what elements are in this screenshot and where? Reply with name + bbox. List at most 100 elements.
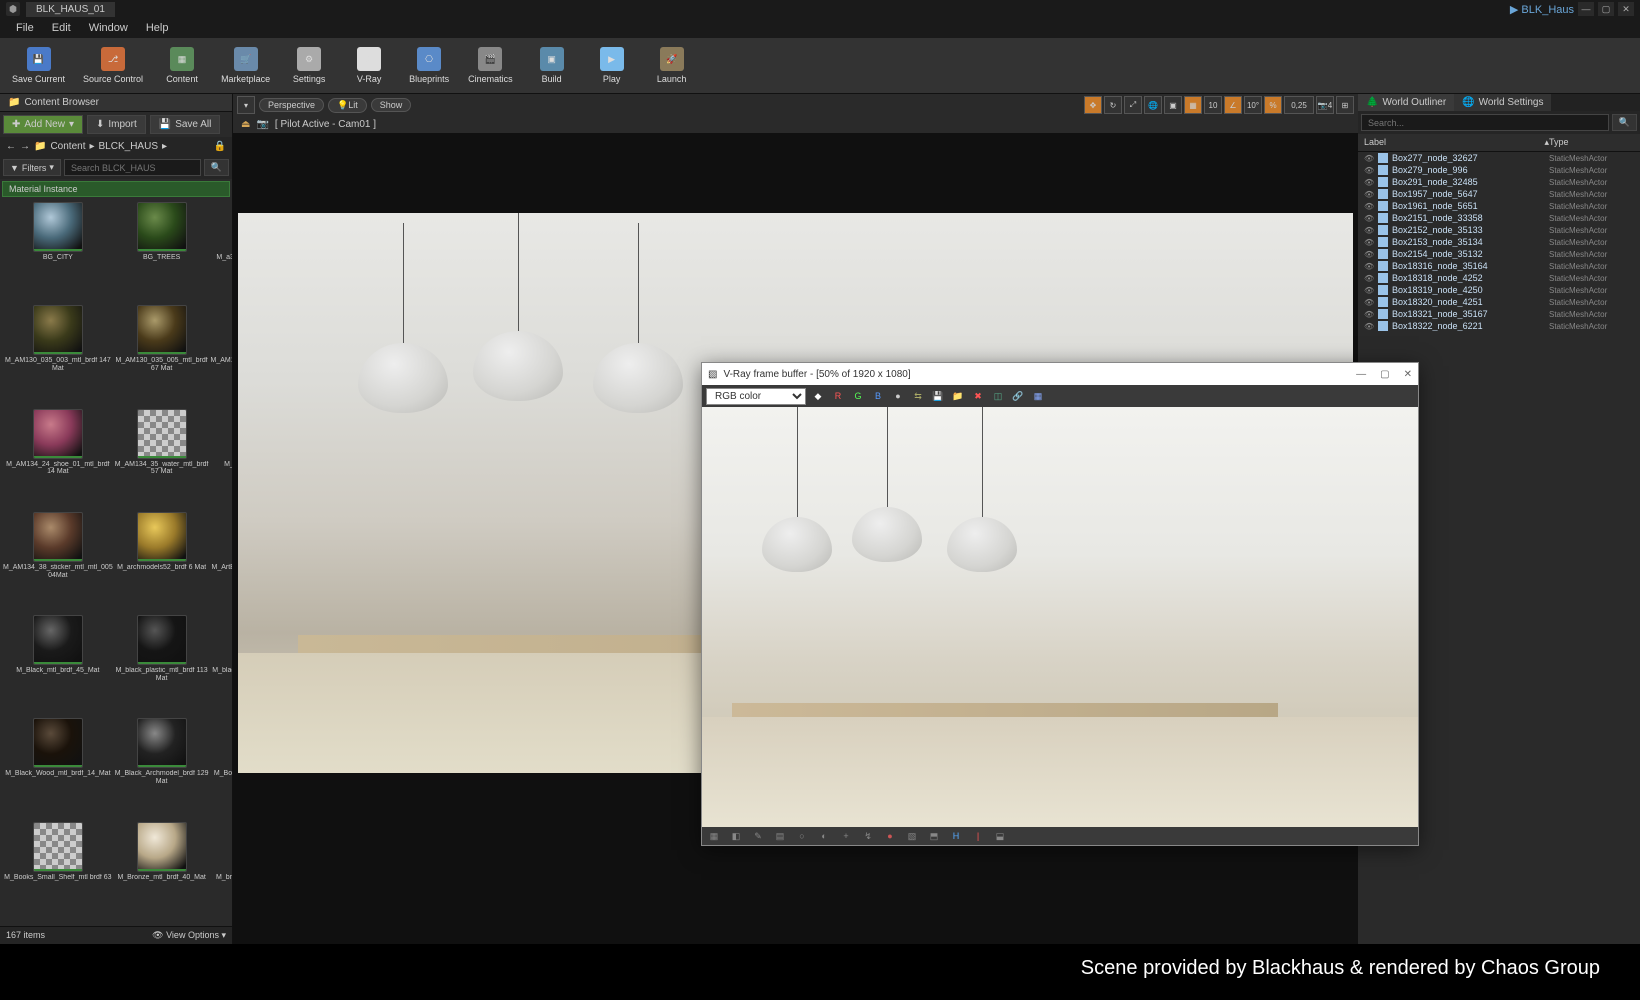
menu-file[interactable]: File: [8, 20, 42, 36]
vfb-clone-icon[interactable]: ◫: [990, 388, 1006, 404]
asset-item[interactable]: M_black_plastic_mtl_brdf 113 Mat: [115, 615, 209, 716]
vfb-region-icon[interactable]: ▦: [1030, 388, 1046, 404]
vfb-g-channel[interactable]: G: [850, 388, 866, 404]
settings-button[interactable]: ⚙Settings: [280, 42, 338, 90]
outliner-row[interactable]: 👁Box1961_node_5651StaticMeshActor: [1358, 200, 1640, 212]
outliner-row[interactable]: 👁Box18320_node_4251StaticMeshActor: [1358, 296, 1640, 308]
menu-help[interactable]: Help: [138, 20, 177, 36]
asset-item[interactable]: M_Books_Small_Shelf_mtl brdf 63: [3, 822, 113, 923]
content-browser-tab[interactable]: 📁 Content Browser: [0, 94, 232, 112]
launch-button[interactable]: 🚀Launch: [643, 42, 701, 90]
visibility-icon[interactable]: 👁: [1364, 166, 1374, 175]
visibility-icon[interactable]: 👁: [1364, 238, 1374, 247]
scale-snap-button[interactable]: %: [1264, 96, 1282, 114]
camera-speed-button[interactable]: 📷 4: [1316, 96, 1334, 114]
angle-snap-value[interactable]: 10°: [1244, 96, 1262, 114]
search-input[interactable]: [64, 159, 201, 176]
show-button[interactable]: Show: [371, 98, 412, 112]
rotate-gizmo-button[interactable]: ↻: [1104, 96, 1122, 114]
vfb-render-view[interactable]: [702, 407, 1418, 827]
outliner-row[interactable]: 👁Box2154_node_35132StaticMeshActor: [1358, 248, 1640, 260]
vfb-switch-icon[interactable]: ⇆: [910, 388, 926, 404]
visibility-icon[interactable]: 👁: [1364, 154, 1374, 163]
outliner-row[interactable]: 👁Box18318_node_4252StaticMeshActor: [1358, 272, 1640, 284]
angle-snap-button[interactable]: ∠: [1224, 96, 1242, 114]
vfb-footer-icon[interactable]: ◧: [728, 828, 744, 844]
back-icon[interactable]: ←: [6, 141, 16, 152]
translate-gizmo-button[interactable]: ✥: [1084, 96, 1102, 114]
vfb-link-icon[interactable]: 🔗: [1010, 388, 1026, 404]
scale-gizmo-button[interactable]: ⤢: [1124, 96, 1142, 114]
import-button[interactable]: ⬇Import: [87, 115, 146, 134]
vfb-footer-icon[interactable]: ○: [794, 828, 810, 844]
blueprints-button[interactable]: ⎔Blueprints: [400, 42, 458, 90]
outliner-search-input[interactable]: [1361, 114, 1609, 131]
vfb-minimize-button[interactable]: —: [1356, 369, 1366, 380]
outliner-row[interactable]: 👁Box279_node_996StaticMeshActor: [1358, 164, 1640, 176]
asset-item[interactable]: M_brown_mtl_brdf 70 Mat: [211, 822, 232, 923]
material-instance-filter[interactable]: Material Instance: [2, 181, 230, 197]
visibility-icon[interactable]: 👁: [1364, 298, 1374, 307]
maximize-button[interactable]: ▢: [1598, 2, 1614, 16]
scale-snap-value[interactable]: 0,25: [1284, 96, 1314, 114]
asset-item[interactable]: M_AM130_035_003_mtl_brdf 147 Mat: [3, 305, 113, 406]
asset-item[interactable]: M_AM134_35_water_mtl_brdf 57 Mat: [115, 409, 209, 510]
pilot-camera-label[interactable]: ⏏ 📷 [ Pilot Active - Cam01 ]: [233, 116, 1358, 133]
build-button[interactable]: ▣Build: [523, 42, 581, 90]
save-current-button[interactable]: 💾Save Current: [4, 42, 73, 90]
vfb-footer-icon[interactable]: ⬓: [992, 828, 1008, 844]
content-button[interactable]: ▦Content: [153, 42, 211, 90]
outliner-row[interactable]: 👁Box2151_node_33358StaticMeshActor: [1358, 212, 1640, 224]
outliner-header[interactable]: Label ▴ Type: [1358, 134, 1640, 152]
vfb-title-bar[interactable]: ▧ V-Ray frame buffer - [50% of 1920 x 10…: [702, 363, 1418, 385]
eject-icon[interactable]: ⏏: [241, 119, 250, 130]
vfb-footer-icon[interactable]: ◐: [816, 828, 832, 844]
vfb-footer-icon[interactable]: |: [970, 828, 986, 844]
vfb-b-channel[interactable]: B: [870, 388, 886, 404]
visibility-icon[interactable]: 👁: [1364, 286, 1374, 295]
vfb-rgb-icon[interactable]: ◆: [810, 388, 826, 404]
visibility-icon[interactable]: 👁: [1364, 310, 1374, 319]
outliner-row[interactable]: 👁Box277_node_32627StaticMeshActor: [1358, 152, 1640, 164]
perspective-button[interactable]: Perspective: [259, 98, 324, 112]
vfb-footer-icon[interactable]: ▧: [904, 828, 920, 844]
vfb-maximize-button[interactable]: ▢: [1380, 369, 1389, 380]
vfb-footer-icon[interactable]: ▤: [772, 828, 788, 844]
visibility-icon[interactable]: 👁: [1364, 214, 1374, 223]
cinematics-button[interactable]: 🎬Cinematics: [460, 42, 521, 90]
surface-snap-button[interactable]: ▣: [1164, 96, 1182, 114]
play-button[interactable]: ▶Play: [583, 42, 641, 90]
visibility-icon[interactable]: 👁: [1364, 190, 1374, 199]
viewport-maximize-button[interactable]: ⊞: [1336, 96, 1354, 114]
outliner-row[interactable]: 👁Box18322_node_6221StaticMeshActor: [1358, 320, 1640, 332]
marketplace-button[interactable]: 🛒Marketplace: [213, 42, 278, 90]
save-all-button[interactable]: 💾Save All: [150, 115, 221, 134]
asset-item[interactable]: M_archmodels52_brdf 6 Mat: [115, 512, 209, 613]
asset-item[interactable]: M_Black_Archmodel_brdf 129 Mat: [115, 718, 209, 819]
lock-icon[interactable]: 🔒: [214, 141, 226, 152]
asset-item[interactable]: BG_TREES: [115, 202, 209, 303]
outliner-search-button[interactable]: 🔍: [1612, 114, 1637, 131]
vfb-load-icon[interactable]: 📁: [950, 388, 966, 404]
asset-item[interactable]: M_AM134_38_20_... Defaultfos: [211, 409, 232, 510]
view-options-button[interactable]: 👁 View Options ▾: [152, 930, 226, 941]
visibility-icon[interactable]: 👁: [1364, 226, 1374, 235]
filters-button[interactable]: ▼Filters ▾: [3, 159, 61, 176]
outliner-row[interactable]: 👁Box18319_node_4250StaticMeshActor: [1358, 284, 1640, 296]
vfb-channel-select[interactable]: RGB color: [706, 388, 806, 405]
vfb-footer-icon[interactable]: H: [948, 828, 964, 844]
asset-item[interactable]: M_a3_... Default_mtl_brdf 136 Mat: [211, 202, 232, 303]
vray-frame-buffer-window[interactable]: ▧ V-Ray frame buffer - [50% of 1920 x 10…: [701, 362, 1419, 846]
visibility-icon[interactable]: 👁: [1364, 250, 1374, 259]
visibility-icon[interactable]: 👁: [1364, 178, 1374, 187]
outliner-row[interactable]: 👁Box18316_node_35164StaticMeshActor: [1358, 260, 1640, 272]
asset-item[interactable]: M_ArtBooks_mtl_mtl brdf_64 Mat: [211, 512, 232, 613]
vfb-save-icon[interactable]: 💾: [930, 388, 946, 404]
asset-item[interactable]: M_AM134_38_sticker_mtl_mtl_005 04Mat: [3, 512, 113, 613]
asset-item[interactable]: M_AM130_035_007_mtl_brdf 125: [211, 305, 232, 406]
visibility-icon[interactable]: 👁: [1364, 274, 1374, 283]
vfb-mono-icon[interactable]: ●: [890, 388, 906, 404]
coord-space-button[interactable]: 🌐: [1144, 96, 1162, 114]
asset-item[interactable]: M_AM130_035_005_mtl_brdf 67 Mat: [115, 305, 209, 406]
menu-window[interactable]: Window: [81, 20, 136, 36]
